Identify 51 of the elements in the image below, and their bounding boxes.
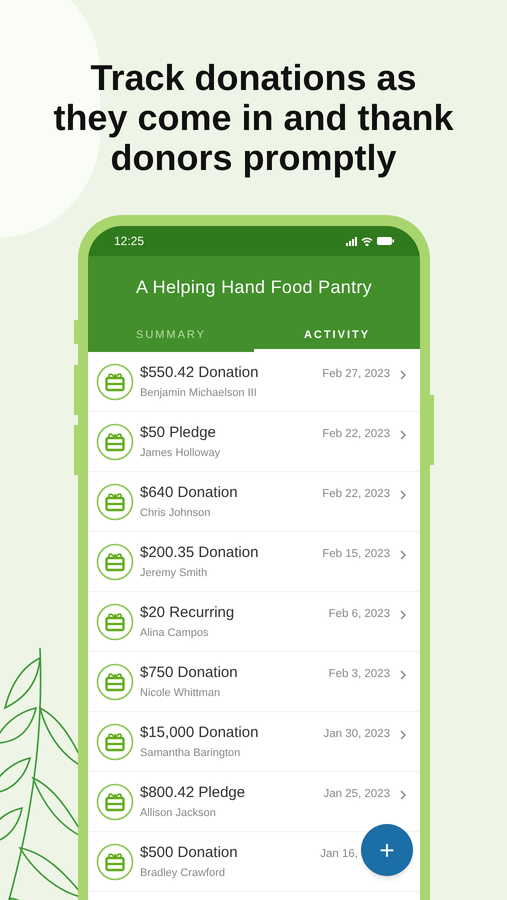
gift-icon	[96, 422, 134, 460]
donor-name: Benjamin Michaelson III	[140, 386, 258, 401]
activity-date: Feb 22, 2023	[322, 426, 390, 442]
activity-date: Feb 22, 2023	[322, 486, 390, 502]
gift-icon	[96, 482, 134, 520]
donor-name: Allison Jackson	[140, 806, 217, 821]
gift-icon	[96, 542, 134, 580]
headline: Track donations as they come in and thank donors promptly	[53, 58, 454, 178]
tab[interactable]: ACTIVITY	[254, 322, 420, 352]
activity-title: $15,000 Donation	[140, 722, 258, 742]
activity-date: Jan 30, 2023	[323, 726, 390, 742]
activity-title: $640 Donation	[140, 482, 238, 502]
app-title: A Helping Hand Food Pantry	[135, 276, 373, 299]
activity-row[interactable]: $640 Donation Feb 22, 2023 Chris Johnson	[88, 472, 420, 532]
add-button[interactable]: +	[361, 824, 413, 876]
activity-date: Feb 15, 2023	[322, 546, 390, 562]
activity-date: Feb 6, 2023	[328, 606, 390, 622]
activity-title: $200.35 Donation	[140, 542, 258, 562]
activity-title: $50 Pledge	[140, 422, 216, 442]
gift-icon	[96, 842, 134, 880]
activity-date: Feb 27, 2023	[322, 366, 390, 382]
signal-icon	[346, 236, 357, 246]
activity-title: $800.42 Pledge	[140, 782, 246, 802]
status-time: 12:25	[114, 233, 144, 250]
activity-title: $500 Donation	[140, 842, 238, 862]
activity-row[interactable]: $200.35 Donation Feb 15, 2023 Jeremy Smith	[88, 532, 420, 592]
donor-name: Alina Campos	[140, 626, 210, 641]
wifi-icon	[361, 236, 373, 246]
activity-row[interactable]: $50 Pledge Feb 22, 2023 James Holloway	[88, 412, 420, 472]
gift-icon	[96, 362, 134, 400]
activity-row[interactable]: $20 Recurring Feb 6, 2023 Alina Campos	[88, 592, 420, 652]
donor-name: James Holloway	[140, 446, 222, 461]
gift-icon	[96, 782, 134, 820]
activity-title: $20 Recurring	[140, 602, 234, 622]
donor-name: Chris Johnson	[140, 506, 212, 521]
activity-row[interactable]: $750 Donation Feb 3, 2023 Nicole Whittman	[88, 652, 420, 712]
donor-name: Jeremy Smith	[140, 566, 208, 581]
activity-date: Feb 3, 2023	[328, 666, 390, 682]
activity-date: Jan 16,	[320, 846, 358, 862]
gift-icon	[96, 602, 134, 640]
gift-icon	[96, 722, 134, 760]
donor-name: Nicole Whittman	[140, 686, 222, 701]
battery-icon	[377, 237, 394, 245]
activity-date: Jan 25, 2023	[323, 786, 390, 802]
activity-title: $550.42 Donation	[140, 362, 258, 382]
activity-row[interactable]: $550.42 Donation Feb 27, 2023 Benjamin Michaelson III	[88, 352, 420, 412]
activity-title: $750 Donation	[140, 662, 238, 682]
activity-row[interactable]: $15,000 Donation Jan 30, 2023 Samantha Barington	[88, 712, 420, 772]
donor-name: Bradley Crawford	[140, 866, 226, 881]
gift-icon	[96, 662, 134, 700]
donor-name: Samantha Barington	[140, 746, 242, 761]
